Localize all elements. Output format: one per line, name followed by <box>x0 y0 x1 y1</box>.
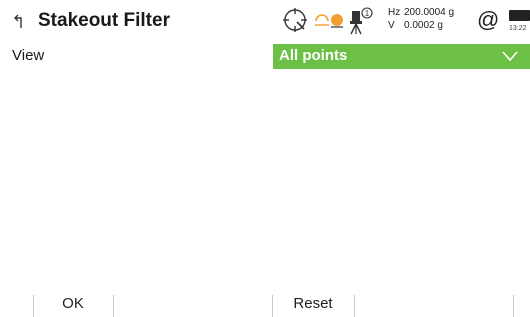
page-title: Stakeout Filter <box>38 10 170 31</box>
prism-icon[interactable] <box>314 9 346 31</box>
battery-icon[interactable]: 13:22 <box>507 6 530 36</box>
angle-readout: Hz 200.0004 g V 0.0002 g <box>388 6 454 32</box>
view-dropdown-value: All points <box>279 47 348 64</box>
view-label: View <box>12 47 45 64</box>
chevron-down-icon <box>502 51 518 62</box>
ok-button[interactable]: OK <box>33 291 113 317</box>
reset-button[interactable]: Reset <box>272 291 354 317</box>
view-dropdown[interactable]: All points <box>273 44 530 69</box>
hz-value: 200.0004 g <box>404 7 455 18</box>
softkey-bar: OK Reset <box>0 291 530 317</box>
v-label: V <box>388 20 395 31</box>
instrument-id: 1 <box>365 9 370 18</box>
clock-time: 13:22 <box>509 25 527 32</box>
at-icon[interactable]: @ <box>477 8 499 32</box>
softkey-divider <box>513 295 514 317</box>
total-station-icon[interactable]: 1 <box>348 5 374 35</box>
softkey-divider <box>113 295 114 317</box>
hz-label: Hz <box>388 7 401 18</box>
v-value: 0.0002 g <box>404 20 443 31</box>
title-bar: Stakeout Filter 1 Hz 200.0004 g V 0.0002 g… <box>0 0 530 42</box>
back-arrow-icon[interactable] <box>12 12 30 30</box>
target-search-icon[interactable] <box>282 7 308 33</box>
softkey-divider <box>354 295 355 317</box>
